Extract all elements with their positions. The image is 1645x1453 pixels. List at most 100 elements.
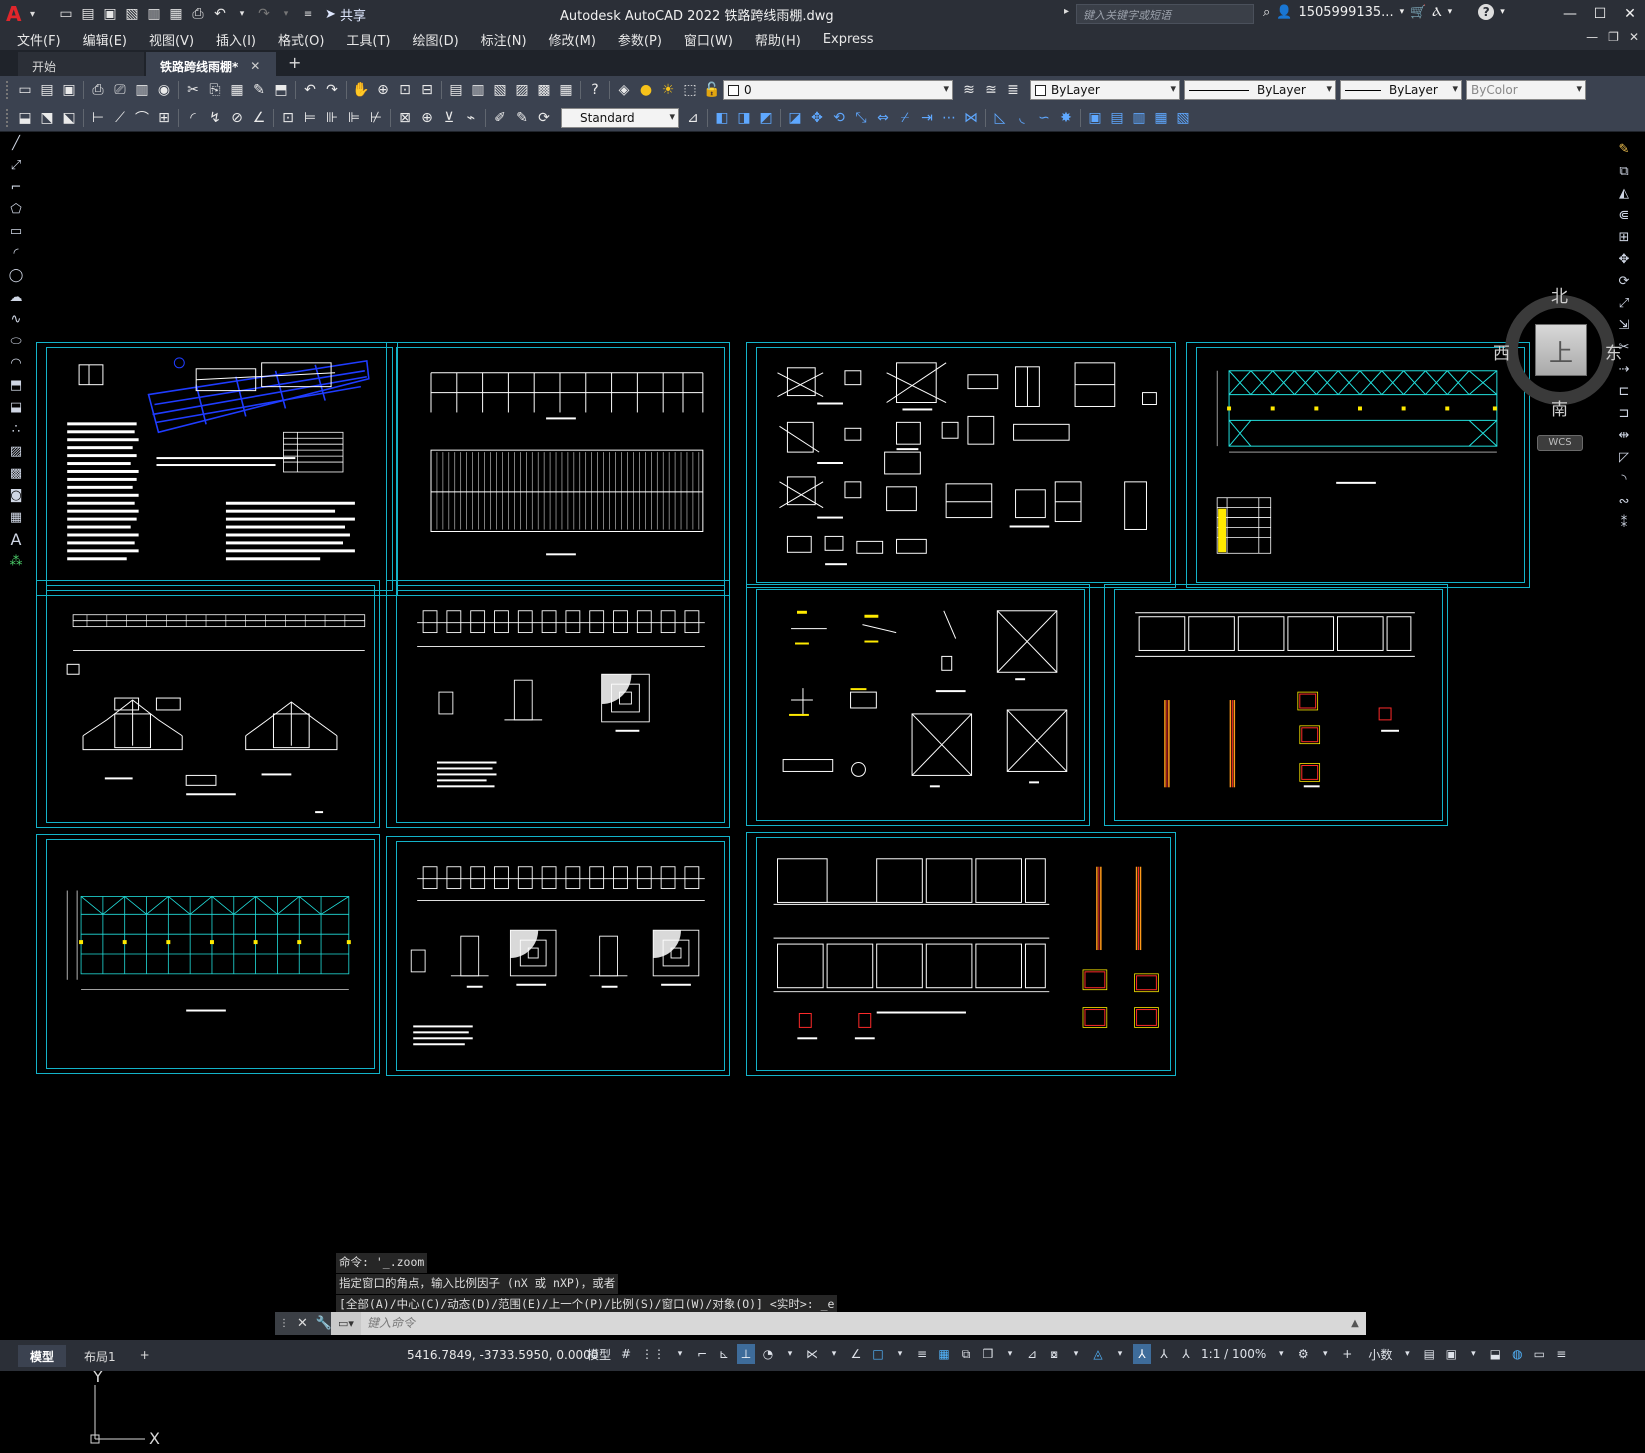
drawing-sheet-2[interactable] — [386, 342, 730, 596]
undo-icon[interactable]: ↶ — [300, 80, 320, 100]
region-icon[interactable]: ◙ — [7, 486, 25, 505]
command-history-toggle-icon[interactable]: ▲ — [1344, 1318, 1366, 1329]
object-snap-dropdown-icon[interactable]: ▾ — [891, 1344, 909, 1364]
dim-update-icon[interactable]: ⟳ — [534, 108, 554, 128]
array-icon[interactable]: ◪ — [785, 108, 805, 128]
search-expand-icon[interactable]: ▸ — [1064, 6, 1069, 17]
array-object-icon[interactable]: ⊞ — [1614, 228, 1634, 247]
insert-block-icon[interactable]: ⬒ — [7, 376, 25, 395]
menu-dimension[interactable]: 标注(N) — [470, 30, 538, 49]
layer-freeze-icon[interactable]: ☀ — [658, 80, 678, 100]
dim-text-edit-icon[interactable]: ✎ — [512, 108, 532, 128]
tab-layout1[interactable]: 布局1 — [72, 1345, 128, 1367]
save-icon[interactable]: ▣ — [101, 5, 119, 23]
layer-dropdown[interactable]: 0 — [723, 80, 953, 100]
recent-commands-icon[interactable]: ▭▾ — [331, 1312, 361, 1335]
command-input[interactable]: 键入命令 — [361, 1312, 1344, 1335]
menu-view[interactable]: 视图(V) — [138, 30, 205, 49]
search-icon[interactable]: ⌕ — [1263, 5, 1270, 20]
block-editor-icon[interactable]: ⬒ — [271, 80, 291, 100]
doc-minimize-icon[interactable]: — — [1586, 30, 1598, 44]
make-current-layer-icon[interactable]: ≋ — [959, 80, 979, 100]
a360-dropdown-icon[interactable]: ▾ — [1448, 7, 1453, 17]
compass-east[interactable]: 东 — [1605, 339, 1622, 364]
layer-viewport-icon[interactable]: ⬚ — [680, 80, 700, 100]
object-snap-icon[interactable]: □ — [869, 1344, 887, 1364]
clean-screen-icon[interactable]: ▭ — [1530, 1344, 1548, 1364]
rectangle-icon[interactable]: ▭ — [7, 222, 25, 241]
copy-clip-icon[interactable]: ◧ — [712, 108, 732, 128]
drawing-sheet-11[interactable] — [746, 832, 1176, 1076]
ellipse-icon[interactable]: ⬭ — [7, 332, 25, 351]
customize-qat-icon[interactable]: ≡ — [299, 5, 317, 23]
quick-dim-icon[interactable]: ⊡ — [278, 108, 298, 128]
menu-help[interactable]: 帮助(H) — [744, 30, 812, 49]
customization-icon[interactable]: ≡ — [1552, 1344, 1570, 1364]
dim-linear-icon[interactable]: ⊢ — [88, 108, 108, 128]
offset-object-icon[interactable]: ⋐ — [1614, 206, 1634, 225]
close-icon[interactable]: ✕ — [1615, 0, 1645, 28]
help-dropdown-icon[interactable]: ▾ — [1500, 7, 1505, 17]
break-icon[interactable]: ⋯ — [939, 108, 959, 128]
dim-aligned-icon[interactable]: ⟋ — [110, 108, 130, 128]
new-tab-button[interactable]: + — [278, 53, 311, 76]
jogged-linear-icon[interactable]: ⌁ — [461, 108, 481, 128]
menu-window[interactable]: 窗口(W) — [673, 30, 744, 49]
user-icon[interactable]: 👤 — [1276, 5, 1292, 20]
dim-arc-icon[interactable]: ⌒ — [132, 108, 152, 128]
isolate-objects-icon[interactable]: ⬓ — [1486, 1344, 1504, 1364]
lineweight-display-icon[interactable]: ≡ — [913, 1344, 931, 1364]
coordinates-readout[interactable]: 5416.7849, -3733.5950, 0.0000 — [407, 1348, 598, 1362]
annotation-scale-dropdown-icon[interactable]: ▾ — [1272, 1344, 1290, 1364]
drawing-sheet-8[interactable] — [1104, 584, 1448, 826]
save-as-icon[interactable]: ▧ — [123, 5, 141, 23]
annotation-scale-icon[interactable]: ⅄ — [1177, 1344, 1195, 1364]
paste-icon[interactable]: ▦ — [227, 80, 247, 100]
selection-filter-icon[interactable]: ⧇ — [1045, 1344, 1063, 1364]
fillet-icon[interactable]: ◟ — [1012, 108, 1032, 128]
stretch-icon[interactable]: ⇔ — [873, 108, 893, 128]
pan-icon[interactable]: ✋ — [351, 80, 371, 100]
open-icon[interactable]: ▤ — [37, 80, 57, 100]
tab-start[interactable]: 开始 — [18, 52, 144, 76]
isodraft-icon[interactable]: ⋉ — [803, 1344, 821, 1364]
match-properties-icon[interactable]: ✎ — [249, 80, 269, 100]
dim-baseline-icon[interactable]: ⊨ — [300, 108, 320, 128]
fillet-object-icon[interactable]: ◝ — [1614, 470, 1634, 489]
user-dropdown-icon[interactable]: ▾ — [1400, 7, 1405, 17]
lock-ui-dropdown-icon[interactable]: ▾ — [1464, 1344, 1482, 1364]
properties-icon[interactable]: ▤ — [446, 80, 466, 100]
minimize-icon[interactable]: — — [1555, 0, 1585, 28]
redo-icon[interactable]: ↷ — [255, 5, 273, 23]
viewcube-top-face[interactable]: 上 — [1535, 324, 1587, 376]
annotation-visibility-icon[interactable]: ⅄ — [1133, 1344, 1152, 1364]
app-menu-chevron-icon[interactable]: ▾ — [30, 9, 35, 20]
polyline-icon[interactable]: ⌐ — [7, 178, 25, 197]
explode-object-icon[interactable]: ⁑ — [1614, 514, 1634, 533]
3d-osnap-icon[interactable]: ❒ — [979, 1344, 997, 1364]
scale-icon[interactable]: ⤡ — [851, 108, 871, 128]
menu-file[interactable]: 文件(F) — [6, 30, 72, 49]
menu-edit[interactable]: 编辑(E) — [72, 30, 138, 49]
save-icon[interactable]: ▣ — [59, 80, 79, 100]
tab-model[interactable]: 模型 — [18, 1344, 67, 1367]
selection-cycling-icon[interactable]: ⧉ — [957, 1344, 975, 1364]
spline-icon[interactable]: ∿ — [7, 310, 25, 329]
construction-line-icon[interactable]: ⤢ — [7, 156, 25, 175]
ortho-icon[interactable]: ⊥ — [737, 1344, 756, 1364]
autocad-logo-icon[interactable]: A — [6, 3, 28, 25]
drawing-canvas[interactable]: 上 北 南 东 西 WCS Y X — [33, 133, 1622, 1448]
toolbar-grip[interactable] — [6, 81, 10, 99]
zoom-realtime-icon[interactable]: ⊕ — [373, 80, 393, 100]
command-close-icon[interactable]: ✕ — [297, 1316, 308, 1331]
move-icon[interactable]: ✥ — [807, 108, 827, 128]
help-icon[interactable]: ? — [585, 80, 605, 100]
dim-diameter-icon[interactable]: ⊘ — [227, 108, 247, 128]
compass-west[interactable]: 西 — [1493, 339, 1510, 364]
tool-palettes-icon[interactable]: ▧ — [490, 80, 510, 100]
units-value[interactable]: 小数 — [1366, 1344, 1394, 1364]
workspace-dropdown-icon[interactable]: ▾ — [1316, 1344, 1334, 1364]
draworder-above-icon[interactable]: ▥ — [1129, 108, 1149, 128]
circle-icon[interactable]: ◯ — [7, 266, 25, 285]
units-dropdown-icon[interactable]: ▾ — [1398, 1344, 1416, 1364]
